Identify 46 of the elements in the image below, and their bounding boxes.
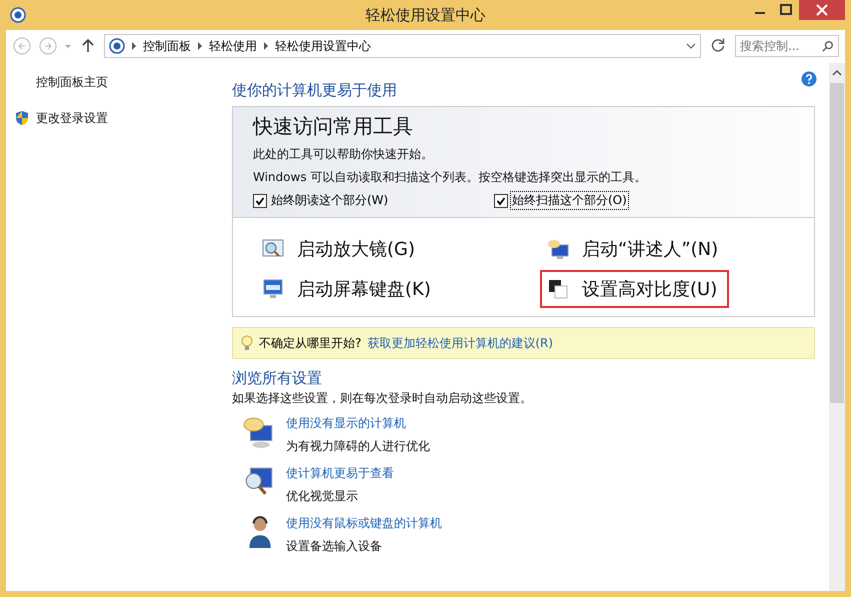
- panel-description: 此处的工具可以帮助你快速开始。: [253, 146, 434, 163]
- sidebar-link[interactable]: 控制面板主页: [36, 74, 108, 90]
- dropdown-caret-icon[interactable]: [686, 42, 696, 50]
- shield-icon: [14, 110, 30, 126]
- lightbulb-icon: [241, 335, 253, 351]
- setting-description: 优化视觉显示: [286, 488, 359, 505]
- chevron-icon: [197, 42, 203, 50]
- setting-description: 为有视力障碍的人进行优化: [286, 438, 430, 455]
- contrast-squares-icon: [546, 277, 570, 301]
- tool-link[interactable]: 启动放大镜(G): [255, 230, 427, 268]
- section-description: 如果选择这些设置，则在每次登录时自动启动这些设置。: [232, 390, 533, 407]
- setting-description: 设置备选输入设备: [286, 538, 383, 555]
- setting-link[interactable]: 使计算机更易于查看: [286, 465, 394, 482]
- chevron-icon: [131, 42, 137, 50]
- tip-link[interactable]: 获取更加轻松使用计算机的建议(R): [367, 334, 554, 352]
- section-heading: 浏览所有设置: [232, 369, 323, 388]
- tool-link[interactable]: 启动“讲述人”(N): [540, 230, 730, 268]
- breadcrumb-item[interactable]: 控制面板: [143, 38, 191, 54]
- control-panel-icon: [10, 7, 26, 23]
- close-button[interactable]: [799, 0, 845, 20]
- search-field[interactable]: 搜索控制...: [735, 35, 839, 57]
- setting-link[interactable]: 使用没有鼠标或键盘的计算机: [286, 515, 442, 532]
- tip-text: 不确定从哪里开始?: [259, 334, 362, 352]
- window-title: 轻松使用设置中心: [366, 6, 486, 24]
- monitor-keyboard-icon: [261, 277, 285, 301]
- search-icon: [822, 40, 834, 52]
- panel-title: 快速访问常用工具: [253, 113, 414, 140]
- scroll-up-icon[interactable]: [832, 69, 842, 77]
- checkbox-label[interactable]: 始终扫描这个部分(O): [511, 192, 628, 209]
- scrollbar[interactable]: [829, 63, 845, 591]
- sidebar-link[interactable]: 更改登录设置: [36, 110, 108, 126]
- tool-link[interactable]: 设置高对比度(U): [540, 270, 730, 308]
- checkbox[interactable]: [494, 194, 508, 208]
- checkbox-label[interactable]: 始终朗读这个部分(W): [270, 192, 390, 209]
- panel-description: Windows 可以自动读取和扫描这个列表。按空格键选择突出显示的工具。: [253, 169, 648, 186]
- breadcrumb-item[interactable]: 轻松使用: [209, 38, 257, 54]
- setting-link[interactable]: 使用没有显示的计算机: [286, 415, 430, 432]
- address-bar[interactable]: 控制面板 轻松使用 轻松使用设置中心: [104, 34, 701, 58]
- breadcrumb-item[interactable]: 轻松使用设置中心: [275, 38, 371, 54]
- monitor-speech-icon: [546, 237, 570, 261]
- control-panel-icon: [109, 38, 125, 54]
- help-icon[interactable]: [801, 71, 817, 87]
- checkbox[interactable]: [253, 194, 267, 208]
- chevron-icon: [263, 42, 269, 50]
- section-heading: 使你的计算机更易于使用: [232, 81, 398, 100]
- tool-link[interactable]: 启动屏幕键盘(K): [255, 270, 443, 308]
